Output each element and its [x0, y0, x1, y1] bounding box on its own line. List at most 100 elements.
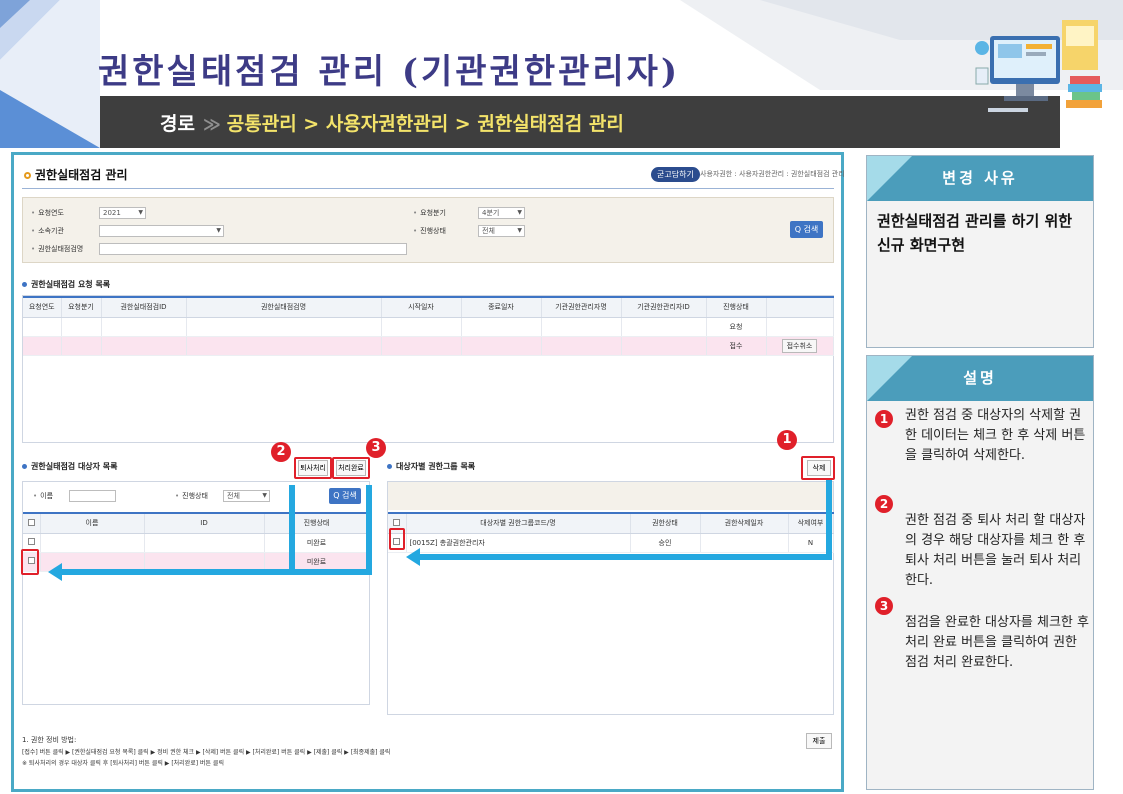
col-header: 권한삭제일자	[700, 513, 789, 534]
col-header	[766, 297, 834, 318]
slide-title: 권한실태점검 관리 (기관권한관리자)	[98, 52, 681, 92]
cancel-receipt-button[interactable]: 접수취소	[781, 338, 818, 353]
col-header: 권한실태점검ID	[101, 297, 187, 318]
org-select[interactable]: ▼	[99, 225, 224, 237]
target-status-select[interactable]: 전체 ▼	[223, 490, 270, 502]
status-select[interactable]: 전체 ▼	[478, 225, 525, 237]
table-row[interactable]: [0015Z] 총괄권한관리자 승인 N	[388, 533, 834, 553]
org-label: 소속기관	[31, 226, 64, 236]
group-table-box: 대상자별 권한그룹코드/명 권한상태 권한삭제일자 삭제여부 [0015Z] 총…	[387, 481, 834, 715]
target-search-button[interactable]: Q 검색	[329, 488, 361, 504]
quarter-select[interactable]: 4분기 ▼	[478, 207, 525, 219]
submit-button[interactable]: 제출	[806, 733, 832, 749]
target-table-box: 이름 진행상태 전체▼ Q 검색 이름 ID 진행상태 미완료	[22, 481, 370, 705]
year-select[interactable]: 2021 ▼	[99, 207, 146, 219]
path-label: 경로	[160, 113, 195, 135]
col-header: 요청연도	[23, 297, 62, 318]
col-header: 시작일자	[381, 297, 462, 318]
page-title: 권한실태점검 관리	[24, 166, 128, 183]
select-all-checkbox[interactable]	[27, 518, 35, 526]
target-list-title: 권한실태점검 대상자 목록	[22, 461, 118, 472]
target-name-label: 이름	[33, 491, 53, 501]
target-name-input[interactable]	[69, 490, 116, 502]
flow-arrow-3	[366, 485, 372, 575]
chevron-down-icon: ▼	[517, 209, 522, 216]
date-cell	[700, 533, 789, 553]
check-name-label: 권한실태점검명	[31, 244, 83, 254]
title-divider	[22, 188, 834, 189]
desc-text-2: 권한 점검 중 퇴사 처리 할 대상자의 경우 해당 대상자를 체크 한 후 퇴…	[905, 513, 1086, 588]
desc-text-1: 권한 점검 중 대상자의 삭제할 권한 데이터는 체크 한 후 삭제 버튼을 클…	[905, 408, 1086, 463]
col-header: 기관권한관리자ID	[621, 297, 707, 318]
col-header: 이름	[40, 513, 145, 534]
flow-arrow-1	[826, 480, 832, 560]
footnote-line: ※ 퇴사처리의 경우 대상자 클릭 후 [퇴사처리] 버튼 클릭 ▶ [처리완료…	[22, 760, 224, 767]
group-table-header: 대상자별 권한그룹코드/명 권한상태 권한삭제일자 삭제여부	[388, 513, 834, 534]
callout-number-3: 3	[366, 438, 386, 458]
col-header: 진행상태	[264, 513, 370, 534]
desc-number-1: 1	[875, 410, 893, 428]
reason-header: 변경 사유	[867, 156, 1093, 201]
year-label: 요청연도	[31, 208, 64, 218]
slide: 권한실태점검 관리 (기관권한관리자) 경로 ≫ 공통관리 > 사용자권한관리 > …	[0, 0, 1123, 794]
table-row[interactable]: 접수 접수취소	[23, 336, 834, 356]
slide-header: 권한실태점검 관리 (기관권한관리자) 경로 ≫ 공통관리 > 사용자권한관리 > …	[0, 0, 1123, 148]
computer-illustration-icon	[975, 20, 1102, 112]
request-list-title: 권한실태점검 요청 목록	[22, 279, 110, 290]
arrow-left-icon	[48, 563, 62, 581]
col-header: 종료일자	[461, 297, 542, 318]
desc-number-3: 3	[875, 597, 893, 615]
group-table: 대상자별 권한그룹코드/명 권한상태 권한삭제일자 삭제여부 [0015Z] 총…	[388, 512, 834, 553]
header-triangle	[867, 156, 912, 201]
col-header: 대상자별 권한그룹코드/명	[406, 513, 631, 534]
status-label: 진행상태	[413, 226, 446, 236]
group-code-cell: [0015Z] 총괄권한관리자	[406, 533, 631, 553]
row-checkbox[interactable]	[27, 538, 35, 545]
select-all-checkbox[interactable]	[393, 518, 401, 526]
callout-number-2: 2	[271, 442, 291, 462]
footnote-title: 1. 권한 정비 방법:	[22, 736, 77, 744]
callout-box-1	[801, 456, 835, 480]
group-list-title: 대상자별 권한그룹 목록	[387, 461, 475, 472]
reason-panel: 변경 사유 권한실태점검 관리를 하기 위한 신규 화면구현	[866, 155, 1094, 348]
double-chevron-icon: ≫	[202, 115, 221, 135]
bullet-icon	[22, 282, 27, 287]
chevron-down-icon: ▼	[262, 492, 267, 499]
state-cell: 승인	[630, 533, 701, 553]
screen-breadcrumb: 사용자권한 : 사용자권한관리 : 권한실태점검 관리	[700, 170, 845, 178]
search-button[interactable]: Q 검색	[790, 221, 823, 238]
col-header: 권한상태	[630, 513, 701, 534]
desc-text-3: 점검을 완료한 대상자를 체크한 후 처리 완료 버튼을 클릭하여 권한 점검 …	[905, 615, 1089, 670]
col-header: 진행상태	[706, 297, 767, 318]
table-row[interactable]: 미완료	[23, 533, 370, 553]
check-name-input[interactable]	[99, 243, 407, 255]
quarter-label: 요청분기	[413, 208, 446, 218]
group-filter-bar	[388, 482, 833, 510]
col-header: 권한실태점검명	[186, 297, 382, 318]
screen-frame: 권한실태점검 관리 굳고담하기 사용자권한 : 사용자권한관리 : 권한실태점검…	[11, 152, 845, 792]
chevron-down-icon: ▼	[216, 227, 221, 234]
status-cell: 미완료	[264, 533, 370, 553]
target-status-label: 진행상태	[175, 491, 208, 501]
chevron-down-icon: ▼	[138, 209, 143, 216]
path-text: 공통관리 > 사용자권한관리 > 권한실태점검 관리	[226, 113, 624, 135]
bullet-icon	[387, 464, 392, 469]
callout-number-1: 1	[777, 430, 797, 450]
description-panel: 설명 1 권한 점검 중 대상자의 삭제할 권한 데이터는 체크 한 후 삭제 …	[866, 355, 1094, 790]
col-header: 요청분기	[61, 297, 102, 318]
guide-button[interactable]: 굳고담하기	[651, 167, 700, 182]
flow-arrow-2-3	[60, 569, 372, 575]
callout-box-2	[294, 457, 332, 479]
callout-box-group-checkbox	[389, 528, 405, 550]
arrow-left-icon	[406, 548, 420, 566]
flow-arrow-2	[289, 485, 295, 575]
target-table: 이름 ID 진행상태 미완료 미완료	[23, 512, 370, 572]
chevron-down-icon: ▼	[517, 227, 522, 234]
request-table: 요청연도 요청분기 권한실태점검ID 권한실태점검명 시작일자 종료일자 기관권…	[23, 296, 834, 356]
reason-text: 권한실태점검 관리를 하기 위한 신규 화면구현	[877, 212, 1073, 254]
status-cell: 요청	[706, 317, 767, 337]
col-header: ID	[144, 513, 265, 534]
table-row[interactable]: 요청	[23, 317, 834, 337]
request-table-box: 요청연도 요청분기 권한실태점검ID 권한실태점검명 시작일자 종료일자 기관권…	[22, 295, 834, 443]
search-panel: 요청연도 2021▼ 소속기관 ▼ 권한실태점검명 요청분기 4분기▼ 진행상태…	[22, 197, 834, 263]
